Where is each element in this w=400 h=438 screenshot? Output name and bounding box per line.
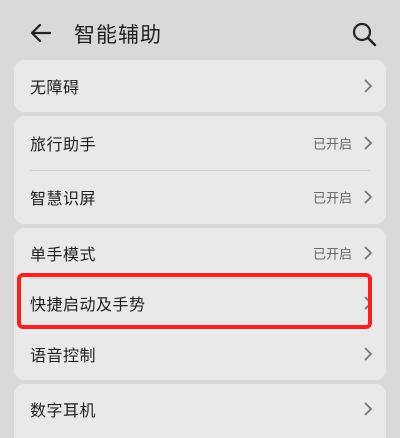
status-text: 已开启: [312, 137, 352, 153]
search-icon[interactable]: [350, 20, 378, 48]
settings-group-controls: 单手模式 已开启 快捷启动及手势 语音控制: [14, 228, 386, 380]
chevron-right-icon: [364, 402, 373, 416]
top-app-bar: 智能辅助: [0, 0, 400, 64]
settings-item-label: 语音控制: [30, 346, 97, 365]
settings-item-label: 数字耳机: [30, 401, 97, 420]
chevron-right-icon: [364, 136, 373, 150]
status-text: 已开启: [312, 191, 352, 207]
settings-item-label: 快捷启动及手势: [30, 295, 146, 314]
settings-group-accessibility: 无障碍: [14, 60, 386, 112]
settings-item-label: 无障碍: [30, 78, 80, 97]
chevron-right-icon: [364, 246, 373, 260]
chevron-right-icon: [364, 347, 373, 361]
settings-item-label: 旅行助手: [30, 135, 97, 154]
settings-item-one-hand-mode[interactable]: 单手模式 已开启: [14, 228, 386, 278]
settings-group-digital-earphone: 数字耳机: [14, 384, 386, 438]
settings-screen: 智能辅助 无障碍 旅行助手 已开启 智慧识屏 已开启 单手模式 已开启 快捷启动…: [0, 0, 400, 438]
settings-item-shortcuts-gestures[interactable]: 快捷启动及手势: [14, 278, 386, 328]
settings-group-assist: 旅行助手 已开启 智慧识屏 已开启: [14, 116, 386, 224]
settings-item-label: 单手模式: [30, 245, 97, 264]
settings-item-accessibility[interactable]: 无障碍: [14, 60, 386, 112]
chevron-right-icon: [364, 190, 373, 204]
chevron-right-icon: [364, 296, 373, 310]
arrow-left-icon[interactable]: [26, 18, 56, 48]
chevron-right-icon: [364, 79, 373, 93]
page-title: 智能辅助: [74, 23, 162, 47]
settings-item-digital-earphone[interactable]: 数字耳机: [14, 384, 386, 434]
settings-item-voice-control[interactable]: 语音控制: [14, 328, 386, 380]
settings-item-travel-assistant[interactable]: 旅行助手 已开启: [14, 116, 386, 170]
settings-item-label: 智慧识屏: [30, 189, 97, 208]
status-text: 已开启: [312, 247, 352, 263]
settings-item-smart-screen[interactable]: 智慧识屏 已开启: [14, 170, 386, 224]
